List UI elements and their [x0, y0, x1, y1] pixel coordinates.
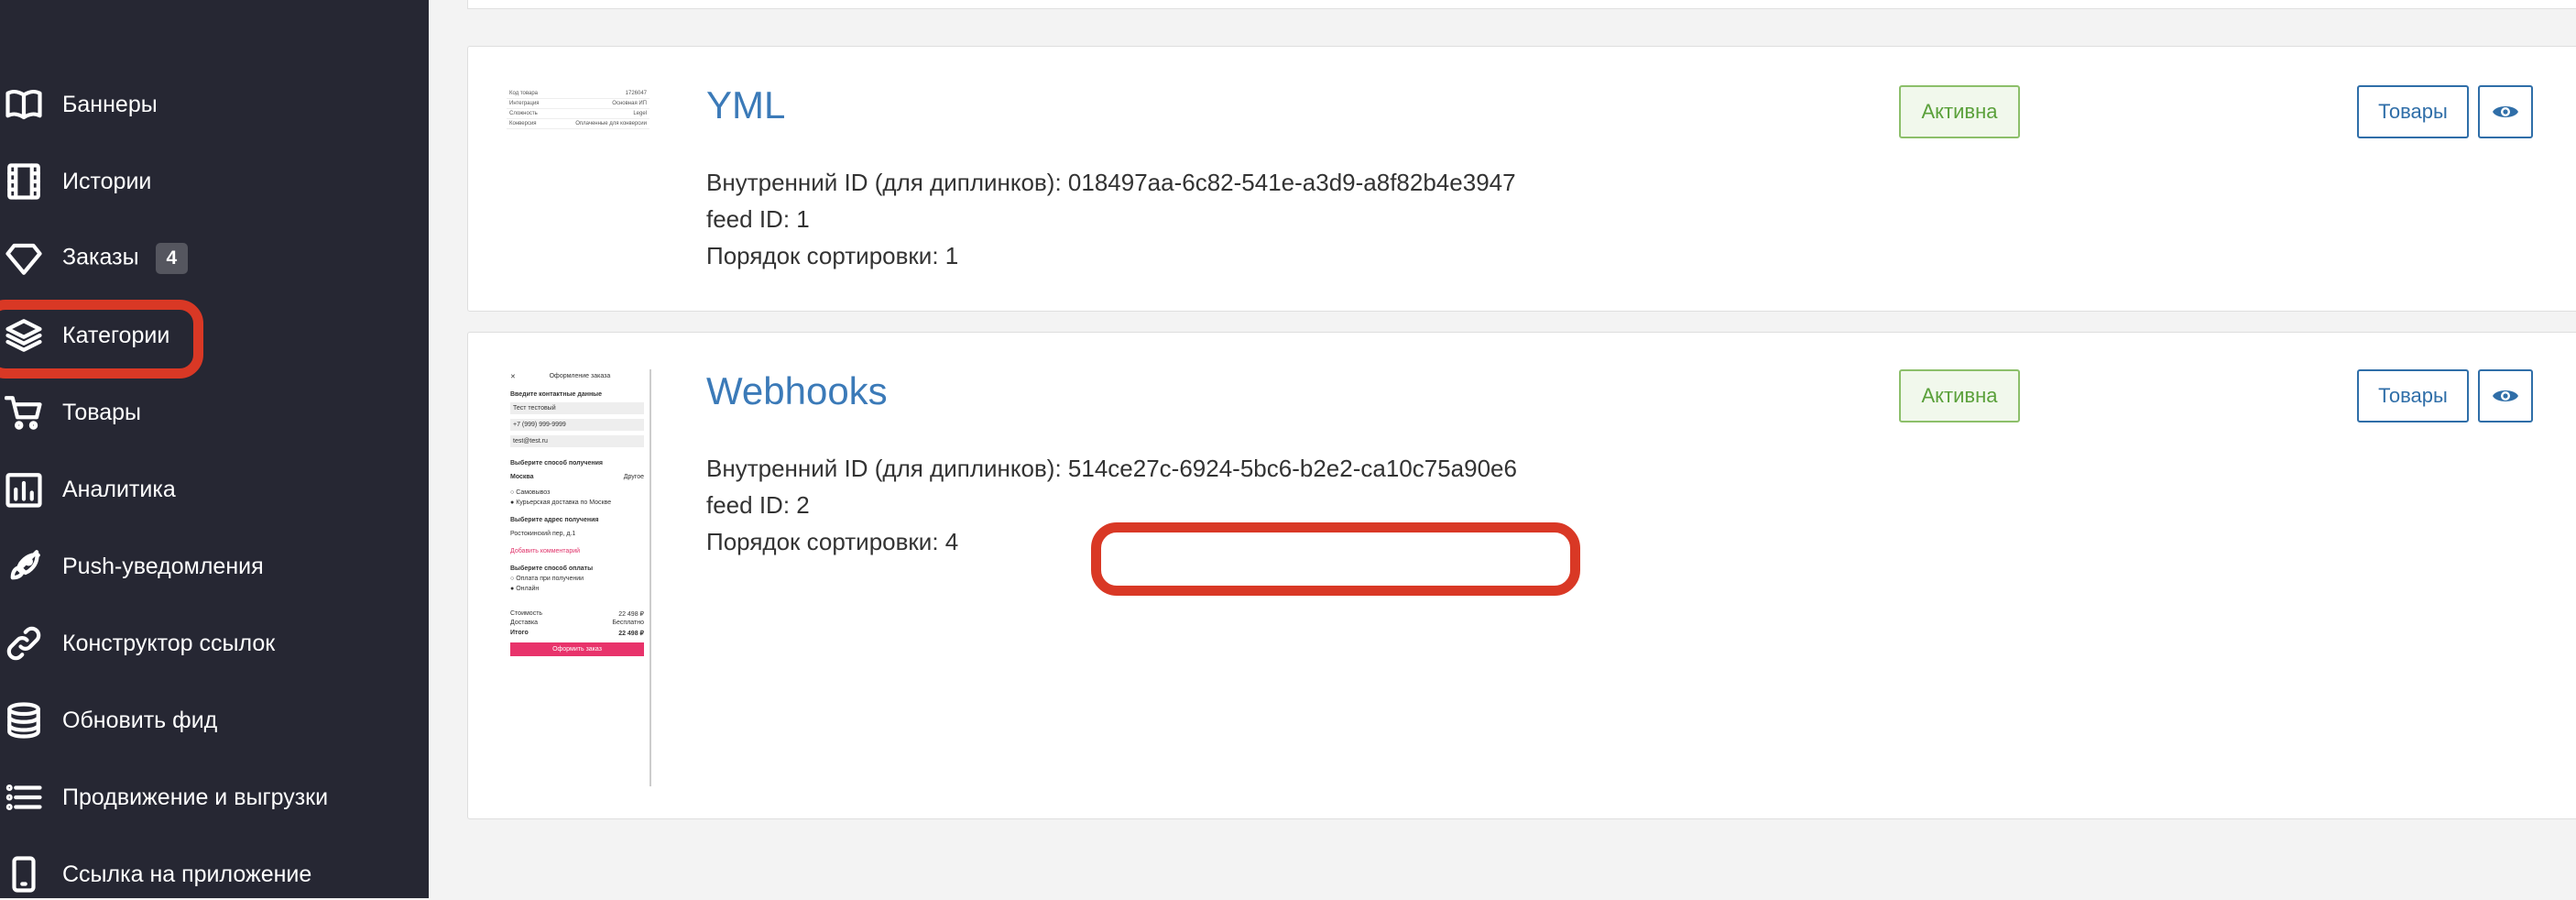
sidebar-item-analytics[interactable]: Аналитика	[0, 464, 429, 515]
status-badge: Активна	[1899, 369, 2020, 423]
feed-sort-order: Порядок сортировки: 1	[706, 242, 959, 269]
status-badge: Активна	[1899, 85, 2020, 138]
orders-count-badge: 4	[155, 243, 189, 274]
sidebar-item-label: Товары	[62, 399, 141, 425]
rocket-icon	[4, 546, 44, 587]
sidebar-item-label: Баннеры	[62, 91, 158, 117]
cart-icon	[4, 392, 44, 433]
sidebar-item-label: Продвижение и выгрузки	[62, 784, 329, 810]
sidebar-item-app-link[interactable]: Ссылка на приложение	[0, 849, 429, 900]
sidebar-item-label: Заказы 4	[62, 243, 189, 274]
goods-button[interactable]: Товары	[2357, 369, 2469, 423]
highlight-annotation	[0, 300, 203, 379]
link-icon	[4, 623, 44, 664]
goods-button[interactable]: Товары	[2357, 85, 2469, 138]
feed-title[interactable]: Webhooks	[706, 369, 888, 413]
feed-id: feed ID: 1	[706, 205, 810, 233]
database-icon	[4, 700, 44, 741]
feed-id: feed ID: 2	[706, 491, 810, 519]
feed-thumbnail: Код товара 1726047 Интеграция Основная ИП …	[505, 87, 651, 142]
eye-icon	[2493, 390, 2518, 401]
feed-title[interactable]: YML	[706, 83, 785, 127]
previous-card-edge	[467, 0, 2576, 9]
diamond-icon	[4, 238, 44, 279]
film-icon	[4, 161, 44, 202]
phone-icon	[4, 854, 44, 895]
feed-card-yml: Код товара 1726047 Интеграция Основная ИП …	[467, 46, 2576, 312]
highlight-annotation	[1091, 522, 1580, 596]
sidebar-item-label: Обновить фид	[62, 707, 218, 733]
sidebar-item-banners[interactable]: Баннеры	[0, 79, 429, 130]
view-button[interactable]	[2478, 369, 2533, 423]
sidebar-item-label: Push-уведомления	[62, 553, 264, 579]
sidebar-item-label: Аналитика	[62, 476, 176, 502]
sidebar-item-link-builder[interactable]: Конструктор ссылок	[0, 618, 429, 669]
eye-icon	[2493, 106, 2518, 117]
main-content: Код товара 1726047 Интеграция Основная ИП …	[429, 0, 2576, 898]
sidebar-item-stories[interactable]: Истории	[0, 156, 429, 207]
sidebar-item-label: Ссылка на приложение	[62, 861, 312, 887]
feed-card-webhooks: ✕ Оформление заказа Введите контактные да…	[467, 332, 2576, 819]
sidebar-item-push[interactable]: Push-уведомления	[0, 541, 429, 592]
sidebar-item-promotion[interactable]: Продвижение и выгрузки	[0, 772, 429, 823]
sidebar: Баннеры Истории Заказы 4 Категории Товары…	[0, 0, 429, 898]
sidebar-item-label: Истории	[62, 168, 152, 194]
feed-info: Внутренний ID (для диплинков): 018497aa-…	[706, 164, 1516, 274]
list-icon	[4, 777, 44, 818]
feed-internal-id: Внутренний ID (для диплинков): 514ce27c-…	[706, 455, 1517, 482]
feed-internal-id-value: 514ce27c-6924-5bc6-b2e2-ca10c75a90e6	[1067, 455, 1517, 482]
feed-internal-id: Внутренний ID (для диплинков): 018497aa-…	[706, 169, 1516, 196]
book-icon	[4, 84, 44, 125]
feed-thumbnail: ✕ Оформление заказа Введите контактные да…	[505, 369, 651, 786]
bar-chart-icon	[4, 469, 44, 510]
sidebar-item-orders[interactable]: Заказы 4	[0, 233, 429, 284]
sidebar-item-update-feed[interactable]: Обновить фид	[0, 695, 429, 746]
sidebar-item-label: Конструктор ссылок	[62, 630, 276, 656]
view-button[interactable]	[2478, 85, 2533, 138]
sidebar-item-goods[interactable]: Товары	[0, 387, 429, 438]
